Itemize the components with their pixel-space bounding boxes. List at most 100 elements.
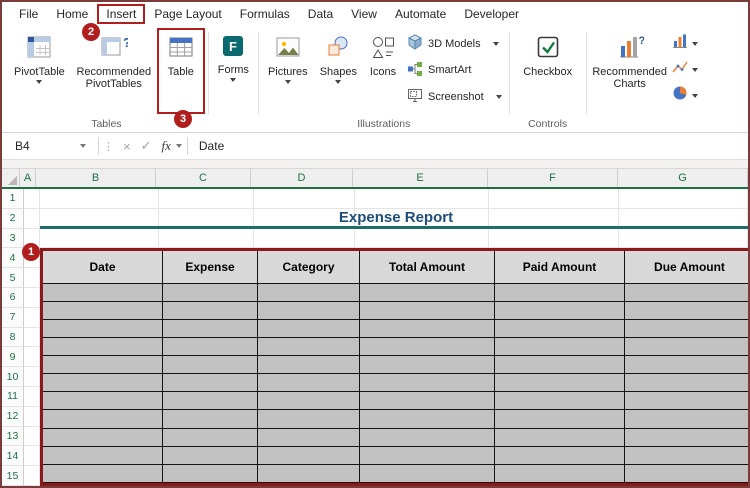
cell[interactable] xyxy=(159,189,254,209)
table-cell[interactable] xyxy=(360,337,495,357)
cell[interactable] xyxy=(39,189,160,209)
column-header-d[interactable]: D xyxy=(251,169,353,187)
tab-formulas[interactable]: Formulas xyxy=(231,4,299,24)
checkbox-button[interactable]: Checkbox xyxy=(513,28,583,114)
row-header-14[interactable]: 14 xyxy=(2,446,24,467)
table-cell[interactable] xyxy=(495,410,625,429)
table-header-cell[interactable]: Due Amount xyxy=(625,251,748,284)
pictures-button[interactable]: Pictures xyxy=(262,28,314,114)
cell[interactable] xyxy=(24,327,40,348)
row-header-11[interactable]: 11 xyxy=(2,386,24,407)
table-header-cell[interactable]: Expense xyxy=(163,251,258,284)
table-cell[interactable] xyxy=(43,319,163,338)
table-cell[interactable] xyxy=(360,464,495,483)
row-header-15[interactable]: 15 xyxy=(2,466,24,486)
table-cell[interactable] xyxy=(625,283,748,302)
tab-view[interactable]: View xyxy=(342,4,386,24)
cell[interactable] xyxy=(618,228,748,249)
row-header-10[interactable]: 10 xyxy=(2,367,24,387)
row-header-5[interactable]: 5 xyxy=(2,268,24,288)
tab-data[interactable]: Data xyxy=(299,4,342,24)
column-header-c[interactable]: C xyxy=(156,169,251,187)
table-cell[interactable] xyxy=(163,392,258,411)
row-header-2[interactable]: 2 xyxy=(2,208,24,229)
column-header-f[interactable]: F xyxy=(488,169,618,187)
tab-home[interactable]: Home xyxy=(47,4,97,24)
table-cell[interactable] xyxy=(625,464,748,483)
table-cell[interactable] xyxy=(43,301,163,320)
table-cell[interactable] xyxy=(163,428,258,447)
shapes-button[interactable]: Shapes xyxy=(314,28,363,114)
table-cell[interactable] xyxy=(43,337,163,357)
insert-function-icon[interactable]: fx xyxy=(157,138,175,154)
table-cell[interactable] xyxy=(43,410,163,429)
column-header-e[interactable]: E xyxy=(353,169,488,187)
table-cell[interactable] xyxy=(163,319,258,338)
cell[interactable] xyxy=(24,446,40,467)
cell[interactable] xyxy=(355,228,490,249)
table-cell[interactable] xyxy=(495,428,625,447)
table-cell[interactable] xyxy=(625,337,748,357)
table-header-cell[interactable]: Date xyxy=(43,251,163,284)
tab-insert[interactable]: Insert xyxy=(97,4,146,24)
table-cell[interactable] xyxy=(360,319,495,338)
table-cell[interactable] xyxy=(43,428,163,447)
table-cell[interactable] xyxy=(163,446,258,465)
table-cell[interactable] xyxy=(43,464,163,483)
table-cell[interactable] xyxy=(495,464,625,483)
cell[interactable] xyxy=(24,287,40,308)
screenshot-button[interactable]: Screenshot xyxy=(407,87,502,106)
cell[interactable] xyxy=(24,386,40,407)
table-cell[interactable] xyxy=(360,283,495,302)
table-cell[interactable] xyxy=(258,392,360,411)
cell[interactable] xyxy=(253,189,356,209)
table-cell[interactable] xyxy=(625,356,748,375)
table-cell[interactable] xyxy=(625,410,748,429)
cell[interactable] xyxy=(24,367,40,387)
row-header-7[interactable]: 7 xyxy=(2,307,24,328)
smartart-button[interactable]: SmartArt xyxy=(407,61,502,80)
cell[interactable] xyxy=(24,268,40,288)
table-cell[interactable] xyxy=(43,446,163,465)
recommended-pivottables-button[interactable]: ? Recommended PivotTables xyxy=(71,28,157,114)
table-cell[interactable] xyxy=(258,464,360,483)
cell[interactable] xyxy=(618,189,748,209)
row-header-12[interactable]: 12 xyxy=(2,406,24,427)
table-cell[interactable] xyxy=(43,392,163,411)
table-cell[interactable] xyxy=(495,337,625,357)
table-header-cell[interactable]: Total Amount xyxy=(360,251,495,284)
table-cell[interactable] xyxy=(360,410,495,429)
table-cell[interactable] xyxy=(163,356,258,375)
table-cell[interactable] xyxy=(360,301,495,320)
table-cell[interactable] xyxy=(360,374,495,393)
table-cell[interactable] xyxy=(360,392,495,411)
cell[interactable] xyxy=(24,347,40,368)
table-cell[interactable] xyxy=(163,464,258,483)
table-cell[interactable] xyxy=(163,301,258,320)
table-cell[interactable] xyxy=(258,446,360,465)
table-cell[interactable] xyxy=(258,428,360,447)
table-cell[interactable] xyxy=(163,410,258,429)
row-header-8[interactable]: 8 xyxy=(2,327,24,348)
select-all-corner[interactable] xyxy=(2,169,20,187)
tab-developer[interactable]: Developer xyxy=(455,4,528,24)
table-cell[interactable] xyxy=(625,301,748,320)
table-cell[interactable] xyxy=(360,356,495,375)
row-header-4[interactable]: 4 xyxy=(2,248,24,269)
table-cell[interactable] xyxy=(258,301,360,320)
column-header-g[interactable]: G xyxy=(618,169,748,187)
table-cell[interactable] xyxy=(495,356,625,375)
enter-icon[interactable]: ✓ xyxy=(136,138,157,154)
table-cell[interactable] xyxy=(495,374,625,393)
cell[interactable] xyxy=(24,426,40,447)
table-cell[interactable] xyxy=(495,446,625,465)
column-header-b[interactable]: B xyxy=(36,169,156,187)
tab-page-layout[interactable]: Page Layout xyxy=(145,4,230,24)
forms-button[interactable]: F Forms xyxy=(212,28,255,114)
table-cell[interactable] xyxy=(625,446,748,465)
table-cell[interactable] xyxy=(258,374,360,393)
cell[interactable] xyxy=(24,406,40,427)
row-header-3[interactable]: 3 xyxy=(2,228,24,249)
icons-button[interactable]: Icons xyxy=(363,28,403,114)
cell[interactable] xyxy=(24,189,40,209)
